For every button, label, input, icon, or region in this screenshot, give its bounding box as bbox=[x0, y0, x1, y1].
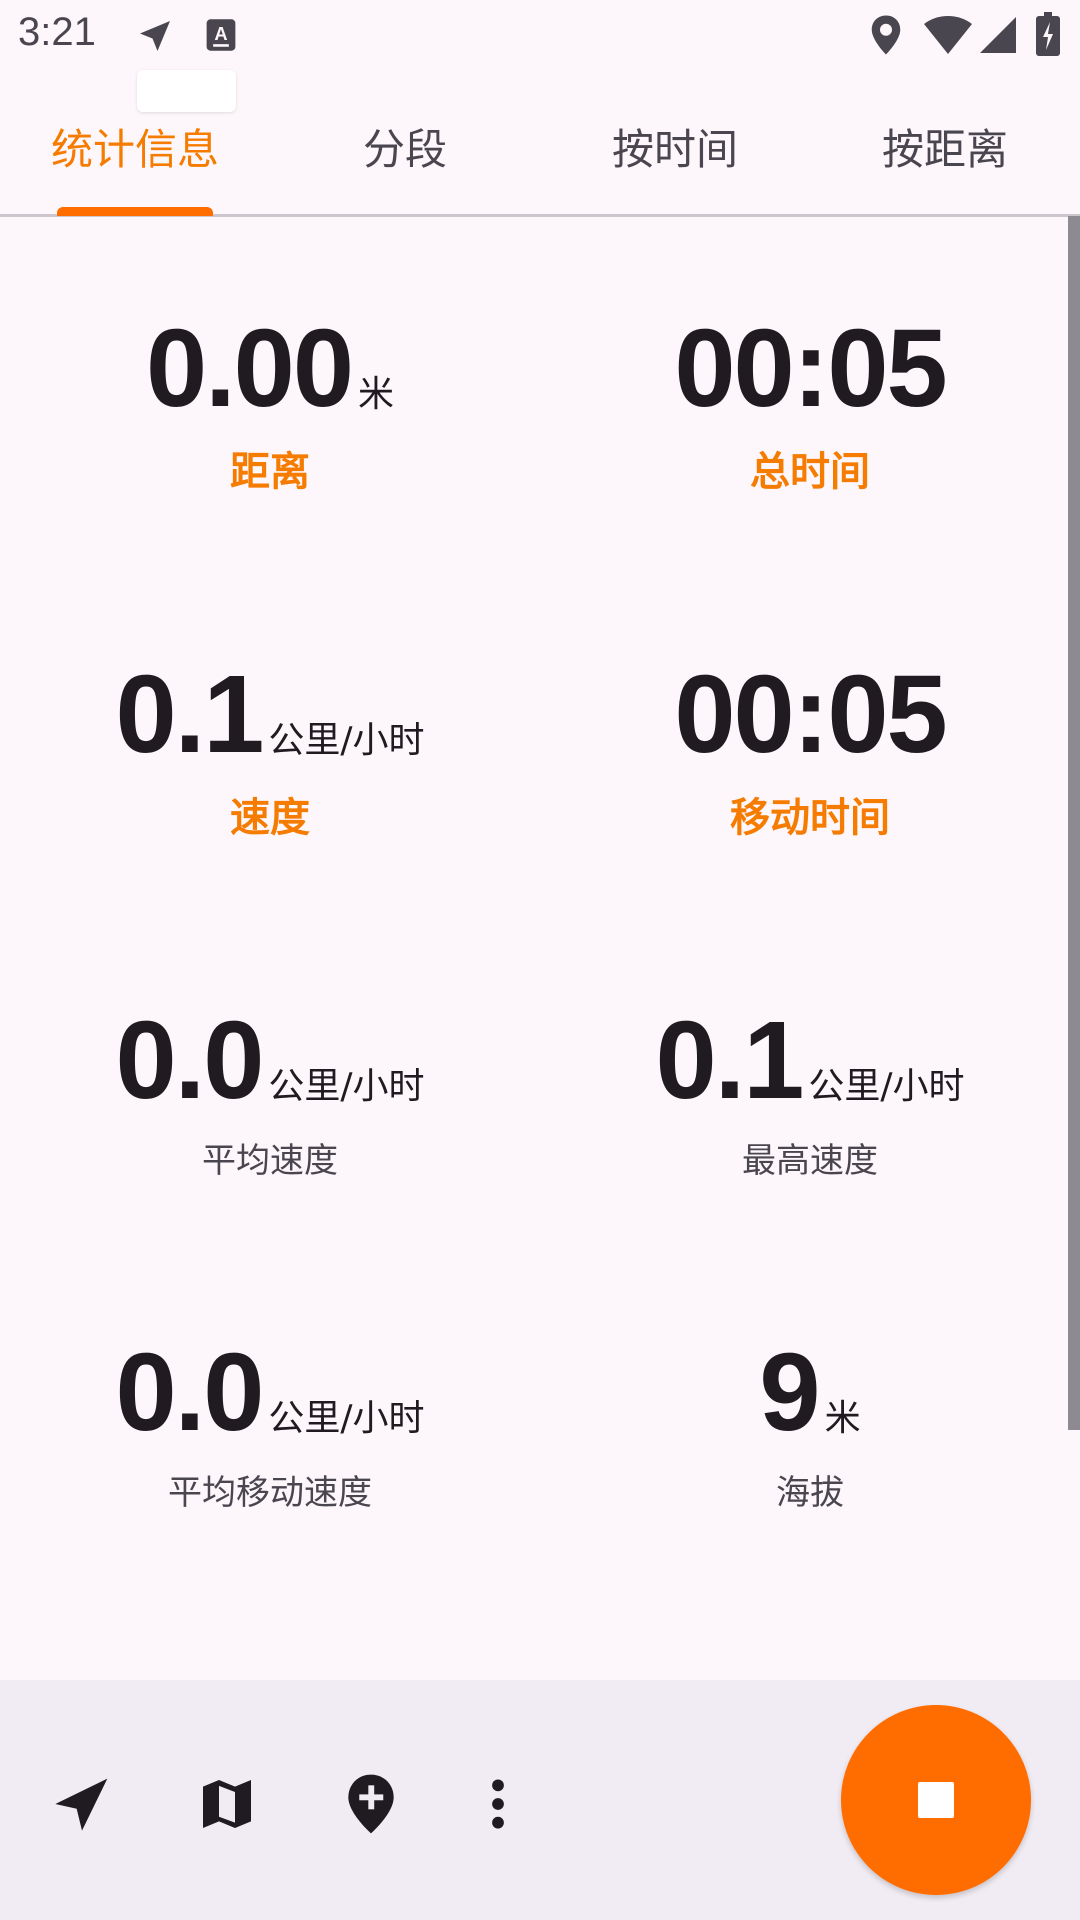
stat-value: 00:05 bbox=[674, 653, 947, 776]
stat-label: 最高速度 bbox=[742, 1141, 878, 1181]
map-icon[interactable] bbox=[195, 1772, 259, 1836]
active-tab-indicator bbox=[57, 207, 213, 216]
navigation-arrow-icon bbox=[135, 16, 175, 60]
stat-label: 平均移动速度 bbox=[168, 1473, 372, 1513]
tab-statistics[interactable]: 统计信息 bbox=[0, 116, 270, 176]
navigation-arrow-icon[interactable] bbox=[50, 1772, 114, 1836]
stat-value: 0.1 bbox=[655, 999, 804, 1122]
tab-by-distance[interactable]: 按距离 bbox=[810, 116, 1080, 176]
cell-signal-icon bbox=[980, 16, 1016, 58]
stat-value: 0.0 bbox=[115, 999, 264, 1122]
stat-unit: 公里/小时 bbox=[268, 720, 425, 761]
stat-label: 海拔 bbox=[776, 1473, 844, 1513]
stat-label: 平均速度 bbox=[202, 1141, 338, 1181]
stat-value: 00:05 bbox=[674, 307, 947, 430]
stat-value: 0.00 bbox=[145, 307, 354, 430]
stat-distance: 0.00 米 距离 bbox=[0, 307, 540, 495]
tab-segments[interactable]: 分段 bbox=[270, 116, 540, 176]
stat-avg-moving-speed: 0.0 公里/小时 平均移动速度 bbox=[0, 1331, 540, 1513]
location-pin-icon bbox=[868, 14, 904, 60]
stat-max-speed: 0.1 公里/小时 最高速度 bbox=[540, 999, 1080, 1181]
stat-label: 距离 bbox=[230, 449, 310, 495]
status-time: 3:21 bbox=[18, 10, 96, 54]
battery-charging-icon bbox=[1036, 12, 1060, 60]
stat-value: 0.1 bbox=[115, 653, 264, 776]
stat-avg-speed: 0.0 公里/小时 平均速度 bbox=[0, 999, 540, 1181]
svg-text:A: A bbox=[214, 23, 227, 44]
stop-recording-button[interactable] bbox=[841, 1705, 1031, 1895]
stop-icon bbox=[918, 1782, 954, 1818]
stat-unit: 米 bbox=[358, 374, 395, 415]
stat-value: 9 bbox=[759, 1331, 820, 1454]
tab-bar: 统计信息 分段 按时间 按距离 bbox=[0, 88, 1080, 217]
stat-moving-time: 00:05 移动时间 bbox=[540, 653, 1080, 841]
stat-elevation: 9 米 海拔 bbox=[540, 1331, 1080, 1513]
stat-speed: 0.1 公里/小时 速度 bbox=[0, 653, 540, 841]
wifi-icon bbox=[924, 16, 972, 58]
stat-label: 总时间 bbox=[750, 449, 870, 495]
stat-value: 0.0 bbox=[115, 1331, 264, 1454]
text-a-icon: A bbox=[205, 18, 237, 56]
stat-unit: 公里/小时 bbox=[808, 1066, 965, 1107]
stat-unit: 公里/小时 bbox=[268, 1398, 425, 1439]
more-vert-icon[interactable] bbox=[466, 1772, 530, 1836]
stat-total-time: 00:05 总时间 bbox=[540, 307, 1080, 495]
add-marker-icon[interactable] bbox=[339, 1772, 403, 1836]
status-bar: 3:21 A bbox=[0, 0, 1080, 112]
stat-label: 速度 bbox=[230, 795, 310, 841]
bottom-app-bar bbox=[0, 1680, 1080, 1920]
tab-by-time[interactable]: 按时间 bbox=[540, 116, 810, 176]
stat-unit: 米 bbox=[824, 1398, 861, 1439]
stat-unit: 公里/小时 bbox=[268, 1066, 425, 1107]
stat-label: 移动时间 bbox=[730, 795, 890, 841]
